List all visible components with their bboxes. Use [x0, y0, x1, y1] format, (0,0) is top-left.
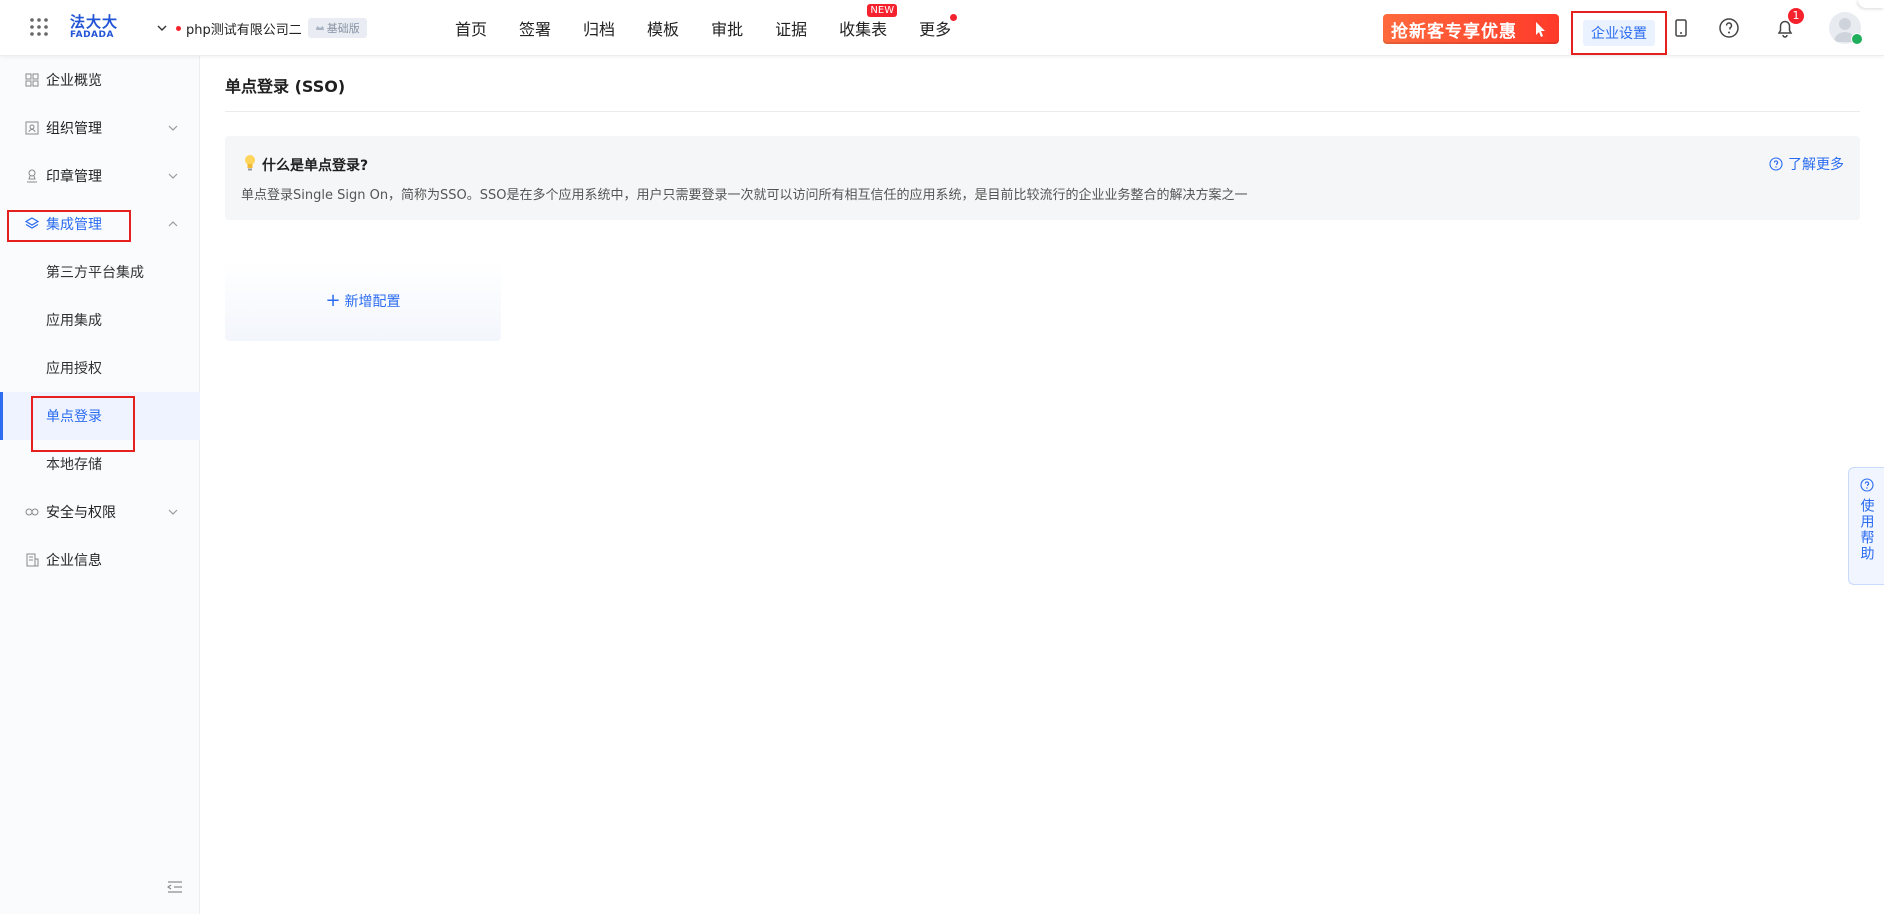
sidebar-subitem-local-storage[interactable]: 本地存储 [0, 444, 200, 484]
grid-icon[interactable] [29, 17, 49, 37]
nav-collection-form-label: 收集表 [839, 20, 888, 39]
help-icon[interactable] [1718, 17, 1740, 39]
nav-more-dot [950, 14, 958, 21]
highlight-box [7, 210, 131, 242]
seal-icon [27, 169, 37, 183]
help-circle-icon [1859, 478, 1874, 492]
add-config-button[interactable]: + 新增配置 [225, 261, 501, 341]
collapse-sidebar-icon[interactable] [167, 880, 183, 894]
corner-fold [1858, 0, 1884, 8]
new-badge: NEW [867, 4, 898, 17]
fadada-logo[interactable]: 法大大 FADADA [70, 14, 122, 42]
promo-banner[interactable]: 抢新客专享优惠 [1383, 14, 1559, 44]
link-icon [25, 508, 39, 516]
promo-label: 抢新客专享优惠 [1391, 21, 1517, 42]
top-bar: 法大大 FADADA php测试有限公司二 基础版 首页 签署 归档 模板 审批… [0, 0, 1884, 56]
lightbulb-icon [245, 155, 255, 171]
sso-info-panel: 什么是单点登录? 单点登录Single Sign On，简称为SSO。SSO是在… [225, 136, 1860, 220]
learn-more-label: 了解更多 [1788, 157, 1844, 173]
hand-pointer-icon [1536, 22, 1545, 37]
building-icon [26, 553, 39, 567]
plan-badge-label: 基础版 [326, 22, 360, 35]
sidebar-item-security[interactable]: 安全与权限 [0, 492, 200, 532]
sidebar-item-label: 企业信息 [46, 553, 102, 569]
nav-sign[interactable]: 签署 [519, 16, 551, 40]
sidebar-subitem-app-auth[interactable]: 应用授权 [0, 348, 200, 388]
company-name: php测试有限公司二 [186, 22, 302, 38]
nav-more[interactable]: 更多 [919, 14, 958, 40]
nav-template[interactable]: 模板 [647, 16, 679, 40]
chevron-down-icon [157, 25, 167, 31]
notification-badge: 1 [1788, 8, 1804, 24]
company-status-dot [176, 25, 181, 31]
page-title: 单点登录 (SSO) [225, 77, 346, 96]
nav-approval[interactable]: 审批 [711, 16, 743, 40]
nav-evidence[interactable]: 证据 [775, 16, 807, 40]
sidebar-item-label: 印章管理 [46, 169, 102, 185]
learn-more-link[interactable]: 了解更多 [1769, 154, 1844, 174]
sidebar-subitem-third-party[interactable]: 第三方平台集成 [0, 252, 200, 292]
sidebar-subitem-label: 应用集成 [46, 313, 102, 329]
main-nav: 首页 签署 归档 模板 审批 证据 收集表 NEW 更多 [455, 0, 983, 56]
nav-archive[interactable]: 归档 [583, 16, 615, 40]
overview-icon [25, 73, 39, 87]
sidebar-subitem-label: 应用授权 [46, 361, 102, 377]
enterprise-settings-label: 企业设置 [1583, 20, 1655, 46]
help-side-tab[interactable]: 使用帮助 [1848, 467, 1884, 585]
plan-badge: 基础版 [307, 18, 367, 38]
org-icon [25, 121, 39, 135]
sidebar-item-label: 企业概览 [46, 73, 102, 89]
enterprise-settings-button[interactable]: 企业设置 [1571, 11, 1667, 55]
sidebar-subitem-label: 本地存储 [46, 457, 102, 473]
company-switcher[interactable]: php测试有限公司二 基础版 [156, 18, 367, 38]
chevron-down-icon [168, 125, 178, 131]
sidebar-item-seal[interactable]: 印章管理 [0, 156, 200, 196]
sidebar-subitem-label: 第三方平台集成 [46, 265, 144, 281]
divider [225, 111, 1860, 112]
verified-check-icon [1851, 33, 1863, 45]
nav-home[interactable]: 首页 [455, 16, 487, 40]
sidebar-item-label: 安全与权限 [46, 505, 116, 521]
sidebar-item-org[interactable]: 组织管理 [0, 108, 200, 148]
sidebar-subitem-app-integration[interactable]: 应用集成 [0, 300, 200, 340]
help-circle-icon [1769, 157, 1783, 171]
info-title: 什么是单点登录? [262, 158, 369, 174]
help-tab-label: 使用帮助 [1858, 498, 1875, 562]
logo-cn: 法大大 [70, 13, 119, 31]
nav-more-label: 更多 [919, 20, 952, 39]
chevron-up-icon [168, 221, 178, 227]
sidebar-item-overview[interactable]: 企业概览 [0, 60, 200, 100]
nav-collection-form[interactable]: 收集表 NEW [839, 4, 898, 40]
crown-icon [315, 26, 324, 30]
info-description: 单点登录Single Sign On，简称为SSO。SSO是在多个应用系统中，用… [241, 188, 1248, 203]
sidebar: 企业概览 组织管理 印章管理 集成管理 第三方平台集成 应用集成 应用授权 单点… [0, 56, 200, 914]
chevron-down-icon [168, 173, 178, 179]
phone-icon[interactable] [1670, 17, 1692, 39]
plus-icon: + [325, 290, 341, 311]
add-config-label: 新增配置 [344, 294, 401, 310]
logo-en: FADADA [70, 30, 114, 40]
chevron-down-icon [168, 509, 178, 515]
sidebar-item-enterprise-info[interactable]: 企业信息 [0, 540, 200, 580]
sidebar-item-label: 组织管理 [46, 121, 102, 137]
